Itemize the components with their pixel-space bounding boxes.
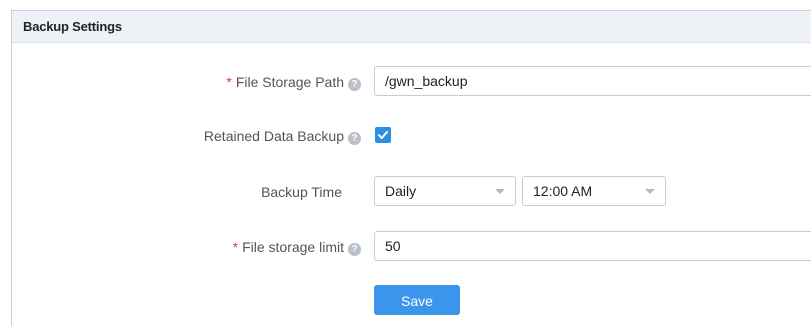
checkmark-icon bbox=[378, 131, 388, 139]
panel-header: Backup Settings bbox=[12, 11, 811, 43]
backup-frequency-value: Daily bbox=[385, 183, 417, 199]
retained-data-backup-checkbox[interactable] bbox=[375, 127, 391, 143]
required-marker: * bbox=[226, 74, 232, 90]
chevron-down-icon bbox=[495, 189, 505, 194]
required-marker: * bbox=[232, 239, 239, 255]
backup-frequency-select[interactable]: Daily bbox=[374, 176, 516, 206]
file-storage-path-input[interactable] bbox=[374, 66, 811, 96]
help-icon[interactable]: ? bbox=[348, 78, 361, 91]
help-icon[interactable]: ? bbox=[348, 243, 361, 256]
retained-data-backup-label: Retained Data Backup bbox=[203, 128, 344, 144]
backup-time-value: 12:00 AM bbox=[533, 183, 593, 199]
chevron-down-icon bbox=[645, 189, 655, 194]
backup-time-label-group: Backup Time bbox=[261, 184, 342, 200]
help-icon[interactable]: ? bbox=[348, 132, 361, 145]
file-storage-limit-label: File storage limit bbox=[242, 239, 344, 255]
save-button[interactable]: Save bbox=[374, 285, 460, 315]
file-storage-limit-input[interactable] bbox=[374, 231, 811, 261]
retained-data-backup-label-group: Retained Data Backup? bbox=[204, 128, 361, 145]
backup-settings-panel: Backup Settings bbox=[11, 10, 811, 326]
panel-title: Backup Settings bbox=[23, 19, 122, 34]
file-storage-path-label: File Storage Path bbox=[235, 74, 344, 90]
file-storage-limit-label-group: * File storage limit? bbox=[233, 239, 361, 256]
backup-time-select[interactable]: 12:00 AM bbox=[522, 176, 666, 206]
file-storage-path-label-group: * File Storage Path? bbox=[226, 74, 361, 91]
backup-time-label: Backup Time bbox=[261, 184, 342, 200]
